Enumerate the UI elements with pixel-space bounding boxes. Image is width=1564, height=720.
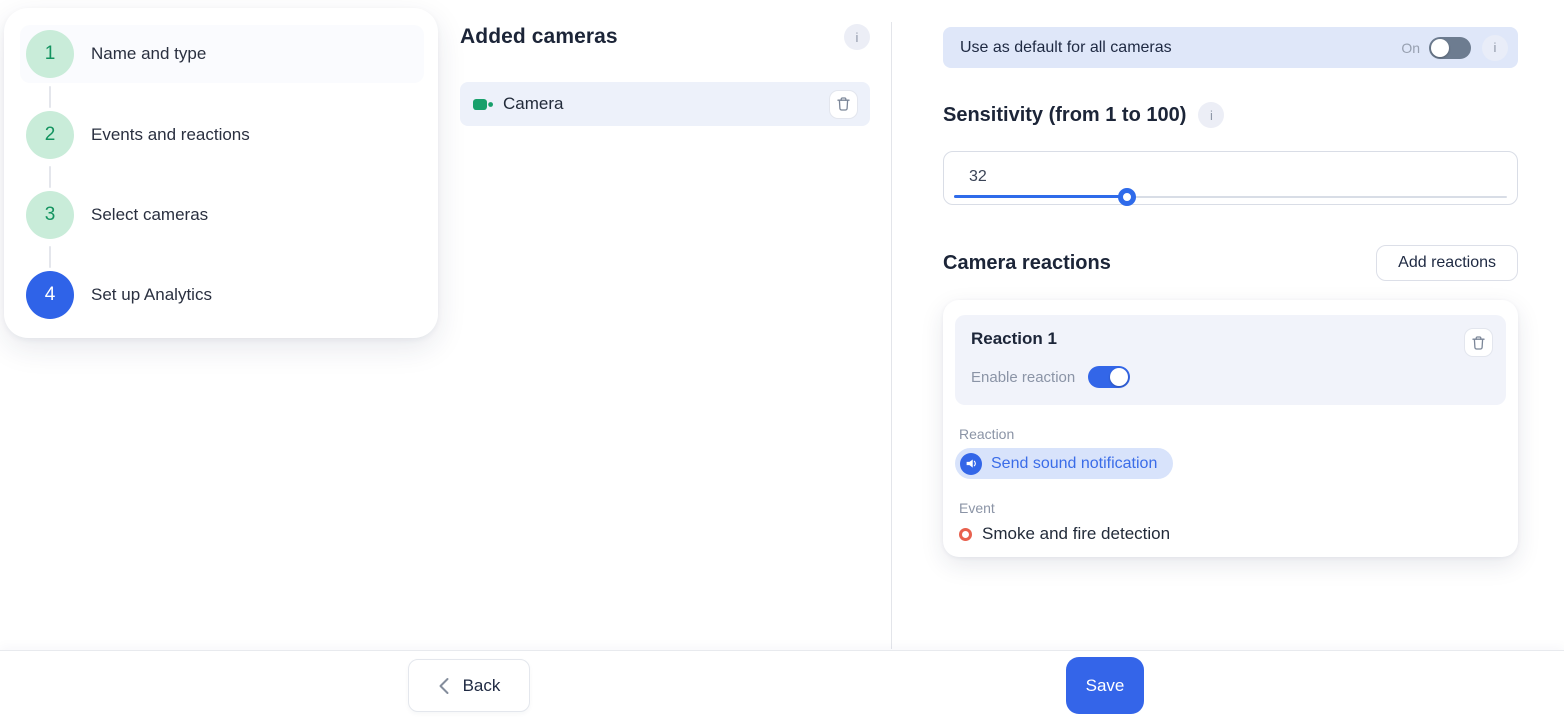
enable-reaction-toggle[interactable] — [1088, 366, 1130, 388]
add-reactions-button[interactable]: Add reactions — [1376, 245, 1518, 281]
step-connector — [49, 246, 51, 268]
delete-reaction-button[interactable] — [1464, 328, 1493, 357]
column-divider — [891, 22, 892, 649]
back-button-label: Back — [463, 676, 501, 696]
camera-list-item[interactable]: Camera — [460, 82, 870, 126]
sensitivity-input[interactable]: 32 — [943, 151, 1518, 205]
sound-icon — [960, 453, 982, 475]
toggle-knob — [1431, 39, 1449, 57]
slider-knob[interactable] — [1118, 188, 1136, 206]
delete-camera-button[interactable] — [829, 90, 858, 119]
info-icon[interactable]: i — [844, 24, 870, 50]
reaction-chip[interactable]: Send sound notification — [955, 448, 1173, 479]
reaction-card: Reaction 1 Enable reaction Reaction Send… — [943, 300, 1518, 557]
setup-stepper: 1 Name and type 2 Events and reactions 3… — [4, 8, 438, 338]
step-label: Events and reactions — [91, 125, 250, 145]
info-icon[interactable]: i — [1198, 102, 1224, 128]
reaction-chip-label: Send sound notification — [991, 455, 1157, 473]
step-connector — [49, 166, 51, 188]
enable-reaction-label: Enable reaction — [971, 369, 1075, 386]
stepper-step-events-and-reactions[interactable]: 2 Events and reactions — [20, 106, 424, 164]
reaction-title: Reaction 1 — [971, 329, 1493, 349]
back-button[interactable]: Back — [408, 659, 530, 712]
step-number-badge: 4 — [26, 271, 74, 319]
toggle-knob — [1110, 368, 1128, 386]
default-banner-label: Use as default for all cameras — [960, 39, 1401, 57]
step-number-badge: 2 — [26, 111, 74, 159]
step-label: Set up Analytics — [91, 285, 212, 305]
default-for-all-toggle[interactable] — [1429, 37, 1471, 59]
chevron-left-icon — [438, 677, 450, 695]
trash-icon — [836, 96, 851, 112]
slider-fill — [954, 195, 1127, 198]
step-label: Name and type — [91, 44, 206, 64]
toggle-state-label: On — [1401, 40, 1420, 56]
smoke-fire-event-icon — [959, 528, 972, 541]
camera-icon — [472, 97, 494, 112]
step-connector — [49, 86, 51, 108]
reaction-field-label: Reaction — [955, 426, 1506, 442]
event-row: Smoke and fire detection — [955, 524, 1506, 544]
default-for-all-cameras-banner: Use as default for all cameras On i — [943, 27, 1518, 68]
wizard-footer: Back Save — [0, 650, 1564, 720]
step-number-badge: 3 — [26, 191, 74, 239]
camera-reactions-title: Camera reactions — [943, 252, 1111, 275]
trash-icon — [1471, 335, 1486, 351]
camera-name: Camera — [503, 94, 829, 114]
analytics-settings-panel: Use as default for all cameras On i Sens… — [943, 27, 1518, 557]
analytics-setup-screen: 1 Name and type 2 Events and reactions 3… — [0, 0, 1564, 720]
event-value: Smoke and fire detection — [982, 524, 1170, 544]
reaction-card-header: Reaction 1 Enable reaction — [955, 315, 1506, 405]
sensitivity-slider[interactable] — [954, 188, 1507, 206]
stepper-step-set-up-analytics[interactable]: 4 Set up Analytics — [20, 266, 424, 324]
stepper-step-name-and-type[interactable]: 1 Name and type — [20, 25, 424, 83]
step-label: Select cameras — [91, 205, 208, 225]
stepper-step-select-cameras[interactable]: 3 Select cameras — [20, 186, 424, 244]
sensitivity-title: Sensitivity (from 1 to 100) — [943, 104, 1186, 127]
added-cameras-title: Added cameras — [460, 25, 618, 49]
added-cameras-panel: Added cameras i Camera — [460, 24, 870, 126]
sensitivity-value: 32 — [969, 168, 987, 186]
info-icon[interactable]: i — [1482, 35, 1508, 61]
save-button[interactable]: Save — [1066, 657, 1144, 714]
step-number-badge: 1 — [26, 30, 74, 78]
event-field-label: Event — [955, 500, 1506, 516]
